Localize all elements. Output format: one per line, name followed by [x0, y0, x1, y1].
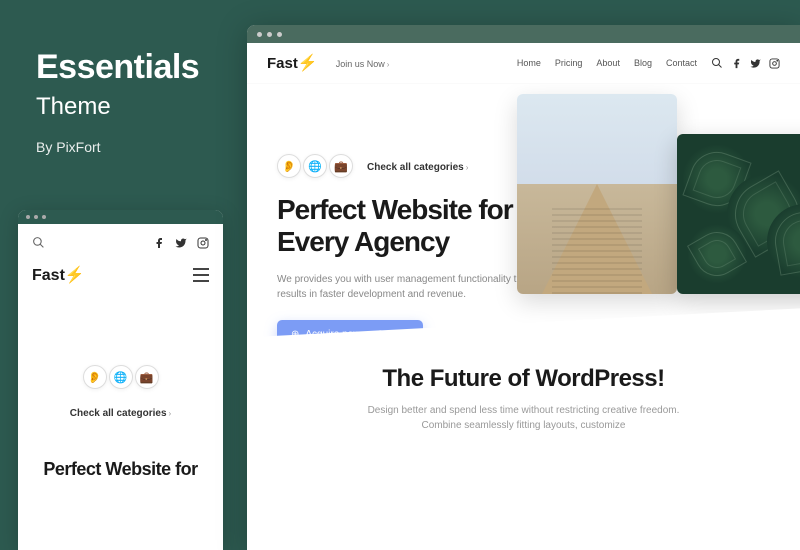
nav-blog[interactable]: Blog — [634, 58, 652, 68]
check-categories-link[interactable]: Check all categories› — [367, 157, 468, 175]
twitter-icon[interactable] — [175, 237, 187, 249]
mobile-logo[interactable]: Fast⚡ — [32, 265, 85, 285]
hero-image-plants — [677, 134, 800, 294]
nav-about[interactable]: About — [596, 58, 620, 68]
instagram-icon[interactable] — [769, 58, 780, 69]
future-title: The Future of WordPress! — [317, 365, 730, 393]
search-icon[interactable] — [32, 236, 45, 249]
mobile-headline: Perfect Website for — [32, 459, 209, 480]
nav-home[interactable]: Home — [517, 58, 541, 68]
ear-icon: 👂 — [277, 154, 301, 178]
briefcase-icon: 💼 — [135, 365, 159, 389]
mobile-preview: Fast⚡ 👂 🌐 💼 Check all categories› Perfec… — [18, 210, 223, 550]
globe-icon: 🌐 — [109, 365, 133, 389]
facebook-icon[interactable] — [731, 58, 742, 69]
hero-title: Perfect Website for Every Agency — [277, 194, 537, 258]
join-link[interactable]: Join us Now› — [336, 54, 390, 72]
desktop-window-chrome — [247, 25, 800, 43]
globe-icon: 🌐 — [303, 154, 327, 178]
category-icons: 👂 🌐 💼 — [32, 365, 209, 389]
twitter-icon[interactable] — [750, 58, 761, 69]
instagram-icon[interactable] — [197, 237, 209, 249]
desktop-logo[interactable]: Fast⚡ — [267, 53, 318, 73]
ear-icon: 👂 — [83, 365, 107, 389]
theme-title: Essentials — [36, 48, 199, 87]
nav-contact[interactable]: Contact — [666, 58, 697, 68]
theme-subtitle: Theme — [36, 93, 199, 121]
future-description: Design better and spend less time withou… — [359, 403, 689, 433]
hero-image-building — [517, 94, 677, 294]
facebook-icon[interactable] — [153, 237, 165, 249]
search-icon[interactable] — [711, 57, 723, 69]
nav-pricing[interactable]: Pricing — [555, 58, 583, 68]
briefcase-icon: 💼 — [329, 154, 353, 178]
main-nav: Fast⚡ Join us Now› Home Pricing About Bl… — [247, 43, 800, 84]
desktop-preview: Fast⚡ Join us Now› Home Pricing About Bl… — [247, 25, 800, 550]
hamburger-icon[interactable] — [193, 268, 209, 282]
mobile-window-chrome — [18, 210, 223, 224]
theme-author: By PixFort — [36, 139, 199, 155]
check-categories-link[interactable]: Check all categories› — [32, 403, 209, 421]
hero-description: We provides you with user management fun… — [277, 272, 537, 302]
